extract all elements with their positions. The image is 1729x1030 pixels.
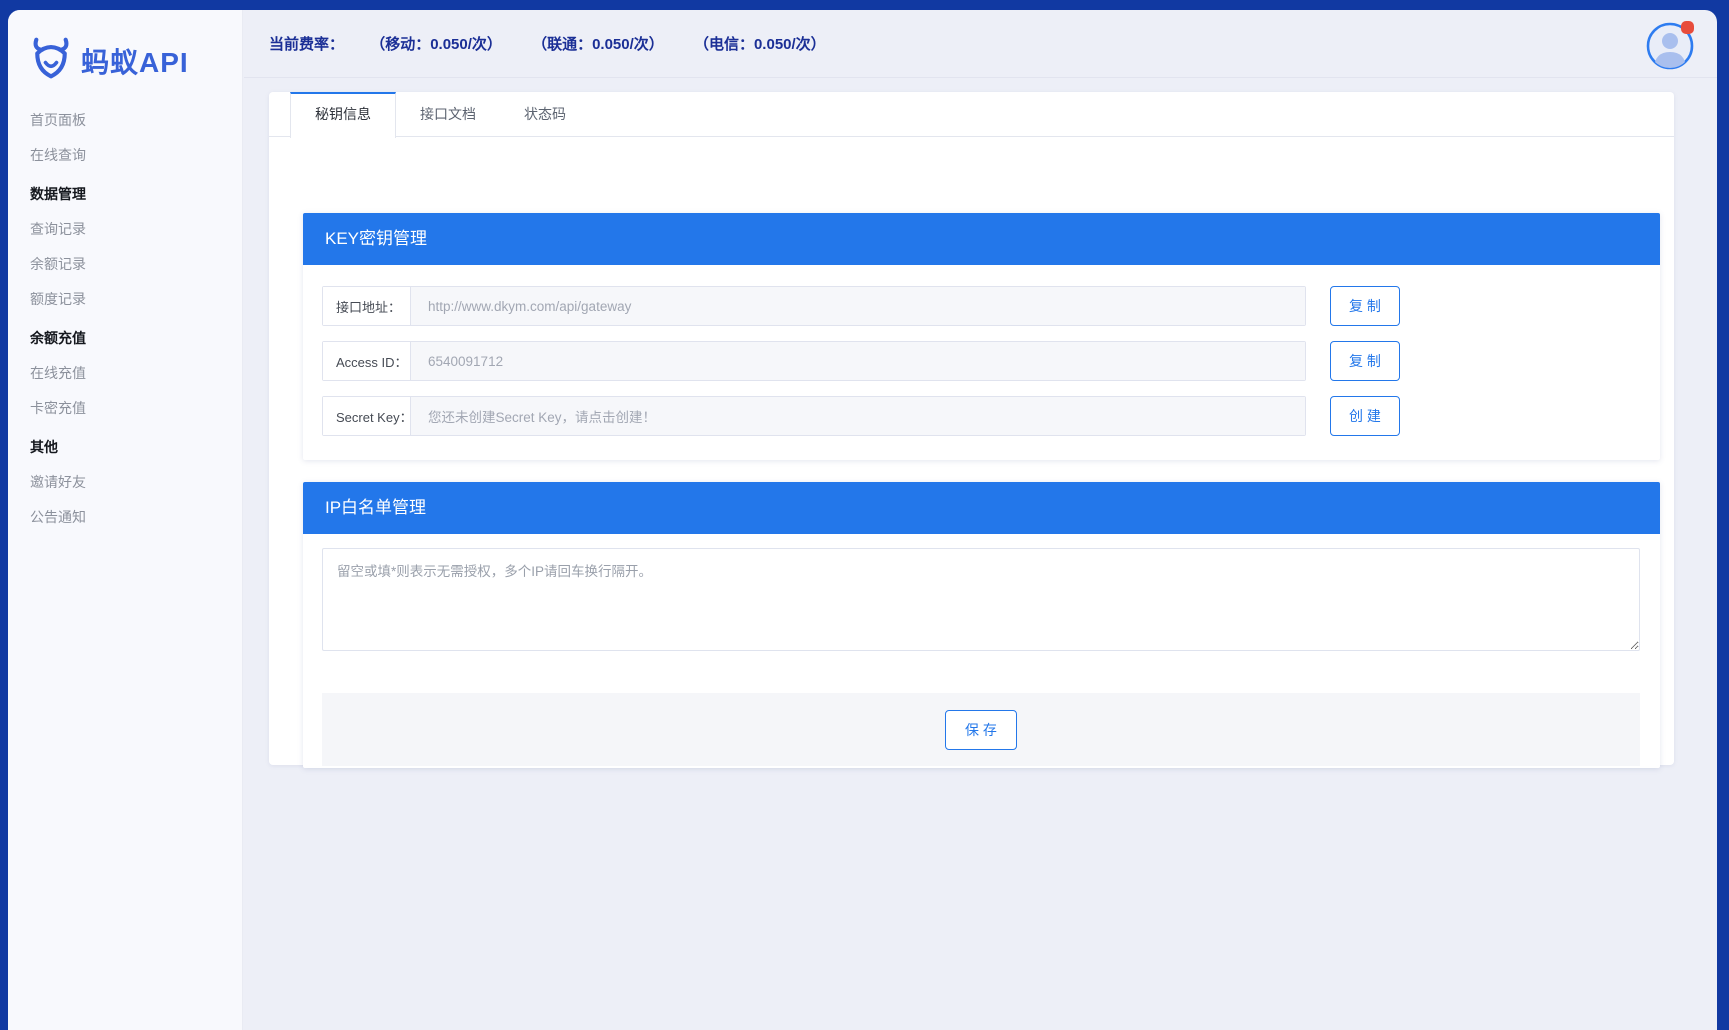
sidebar-item-invite-friends[interactable]: 邀请好友 (8, 465, 242, 500)
tab-status-codes[interactable]: 状态码 (500, 92, 590, 136)
sidebar-item-online-query[interactable]: 在线查询 (8, 138, 242, 173)
ip-section-body: 保 存 (303, 534, 1660, 768)
key-management-section: KEY密钥管理 接口地址： 复 制 Access ID： (303, 213, 1660, 460)
access-id-label: Access ID： (323, 342, 411, 380)
app-frame: 蚂蚁API 首页面板 在线查询 数据管理 查询记录 余额记录 额度记录 余额充值… (8, 10, 1717, 1030)
save-button[interactable]: 保 存 (945, 710, 1017, 750)
ip-section-title: IP白名单管理 (303, 482, 1660, 534)
rate-telecom: （电信：0.050/次） (694, 36, 826, 53)
api-url-input[interactable] (411, 287, 1305, 325)
tab-api-docs[interactable]: 接口文档 (396, 92, 500, 136)
sidebar-section-data-mgmt: 数据管理 (8, 177, 242, 212)
rates-label: 当前费率： (269, 36, 344, 53)
copy-access-id-button[interactable]: 复 制 (1330, 341, 1400, 381)
secret-key-label: Secret Key： (323, 397, 411, 435)
tab-key-info[interactable]: 秘钥信息 (290, 92, 396, 138)
sidebar-item-card-recharge[interactable]: 卡密充值 (8, 391, 242, 426)
ip-whitelist-textarea[interactable] (322, 548, 1640, 651)
secret-key-row: Secret Key： 创 建 (322, 396, 1660, 436)
sidebar: 蚂蚁API 首页面板 在线查询 数据管理 查询记录 余额记录 额度记录 余额充值… (8, 10, 243, 1030)
sidebar-section-recharge: 余额充值 (8, 321, 242, 356)
key-section-title: KEY密钥管理 (303, 213, 1660, 265)
rate-unicom: （联通：0.050/次） (532, 36, 664, 53)
key-section-body: 接口地址： 复 制 Access ID： 复 制 (303, 265, 1660, 460)
logo: 蚂蚁API (8, 10, 242, 85)
content-card: 秘钥信息 接口文档 状态码 KEY密钥管理 接口地址： 复 制 (269, 92, 1674, 765)
main-area: 当前费率： （移动：0.050/次） （联通：0.050/次） （电信：0.05… (244, 10, 1717, 1030)
sidebar-item-balance-records[interactable]: 余额记录 (8, 247, 242, 282)
sidebar-item-query-records[interactable]: 查询记录 (8, 212, 242, 247)
access-id-input[interactable] (411, 342, 1305, 380)
api-url-row: 接口地址： 复 制 (322, 286, 1660, 326)
create-secret-key-button[interactable]: 创 建 (1330, 396, 1400, 436)
copy-api-url-button[interactable]: 复 制 (1330, 286, 1400, 326)
sidebar-section-other: 其他 (8, 430, 242, 465)
save-bar: 保 存 (322, 693, 1640, 766)
sidebar-item-quota-records[interactable]: 额度记录 (8, 282, 242, 317)
access-id-field: Access ID： (322, 341, 1306, 381)
sidebar-item-home[interactable]: 首页面板 (8, 103, 242, 138)
access-id-row: Access ID： 复 制 (322, 341, 1660, 381)
current-rates: 当前费率： （移动：0.050/次） （联通：0.050/次） （电信：0.05… (269, 33, 852, 54)
rate-mobile: （移动：0.050/次） (370, 36, 502, 53)
sidebar-item-online-recharge[interactable]: 在线充值 (8, 356, 242, 391)
sidebar-item-announcements[interactable]: 公告通知 (8, 500, 242, 535)
ip-whitelist-section: IP白名单管理 保 存 (303, 482, 1660, 768)
secret-key-input[interactable] (411, 397, 1305, 435)
api-url-label: 接口地址： (323, 287, 411, 325)
logo-text: 蚂蚁API (81, 41, 189, 81)
api-url-field: 接口地址： (322, 286, 1306, 326)
sidebar-menu: 首页面板 在线查询 数据管理 查询记录 余额记录 额度记录 余额充值 在线充值 … (8, 103, 242, 535)
user-avatar-button[interactable] (1645, 21, 1695, 71)
secret-key-field: Secret Key： (322, 396, 1306, 436)
tab-bar: 秘钥信息 接口文档 状态码 (269, 92, 1674, 137)
user-avatar-icon (1645, 58, 1695, 75)
notification-dot (1681, 21, 1694, 34)
ant-logo-icon (28, 36, 74, 85)
top-header: 当前费率： （移动：0.050/次） （联通：0.050/次） （电信：0.05… (244, 10, 1717, 78)
